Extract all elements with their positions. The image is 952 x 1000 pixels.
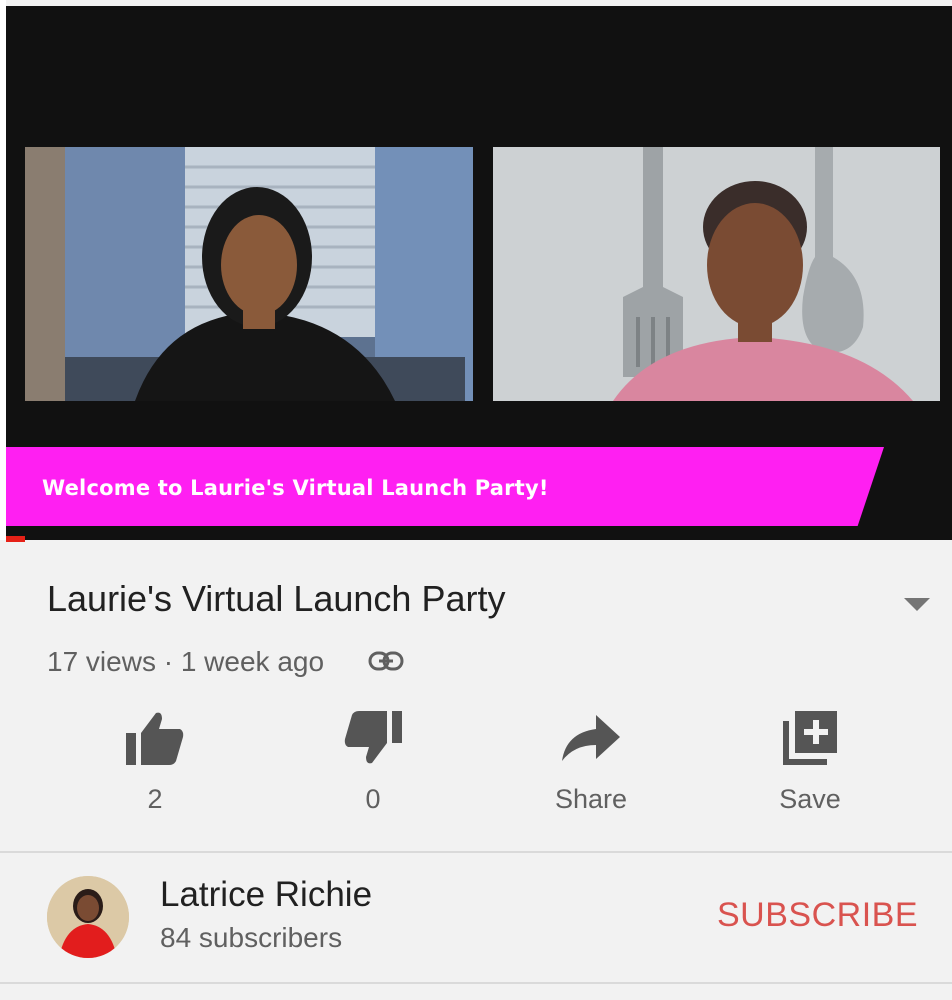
thumbs-up-icon <box>90 708 220 768</box>
participant-right-frame <box>493 147 940 401</box>
dislike-count: 0 <box>365 784 381 814</box>
banner-text: Welcome to Laurie's Virtual Launch Party… <box>42 476 549 500</box>
share-icon <box>526 708 656 768</box>
channel-name[interactable]: Latrice Richie <box>160 875 372 915</box>
view-count: 17 views <box>47 646 156 677</box>
video-participant-left <box>25 147 473 401</box>
video-player[interactable]: Welcome to Laurie's Virtual Launch Party… <box>6 6 952 540</box>
save-button[interactable]: Save <box>745 708 875 815</box>
video-meta: 17 views · 1 week ago <box>47 646 324 678</box>
like-count: 2 <box>147 784 163 814</box>
participant-left-frame <box>25 147 473 401</box>
share-label: Share <box>554 784 628 814</box>
subscriber-count: 84 subscribers <box>160 922 343 953</box>
dislike-button[interactable]: 0 <box>308 708 438 815</box>
share-button[interactable]: Share <box>526 708 656 815</box>
link-icon[interactable] <box>368 650 404 677</box>
like-button[interactable]: 2 <box>90 708 220 815</box>
video-participant-right <box>493 147 940 401</box>
video-title: Laurie's Virtual Launch Party <box>47 578 506 619</box>
chevron-down-icon[interactable] <box>904 598 930 617</box>
meta-separator: · <box>163 646 174 677</box>
add-to-playlist-icon <box>745 708 875 768</box>
divider <box>0 982 952 984</box>
upload-age: 1 week ago <box>180 646 325 677</box>
thumbs-down-icon <box>308 708 438 768</box>
channel-avatar[interactable] <box>47 876 129 958</box>
playback-progress[interactable] <box>6 536 25 542</box>
divider <box>0 851 952 853</box>
subscribe-button[interactable]: SUBSCRIBE <box>717 896 918 935</box>
save-label: Save <box>779 784 841 814</box>
